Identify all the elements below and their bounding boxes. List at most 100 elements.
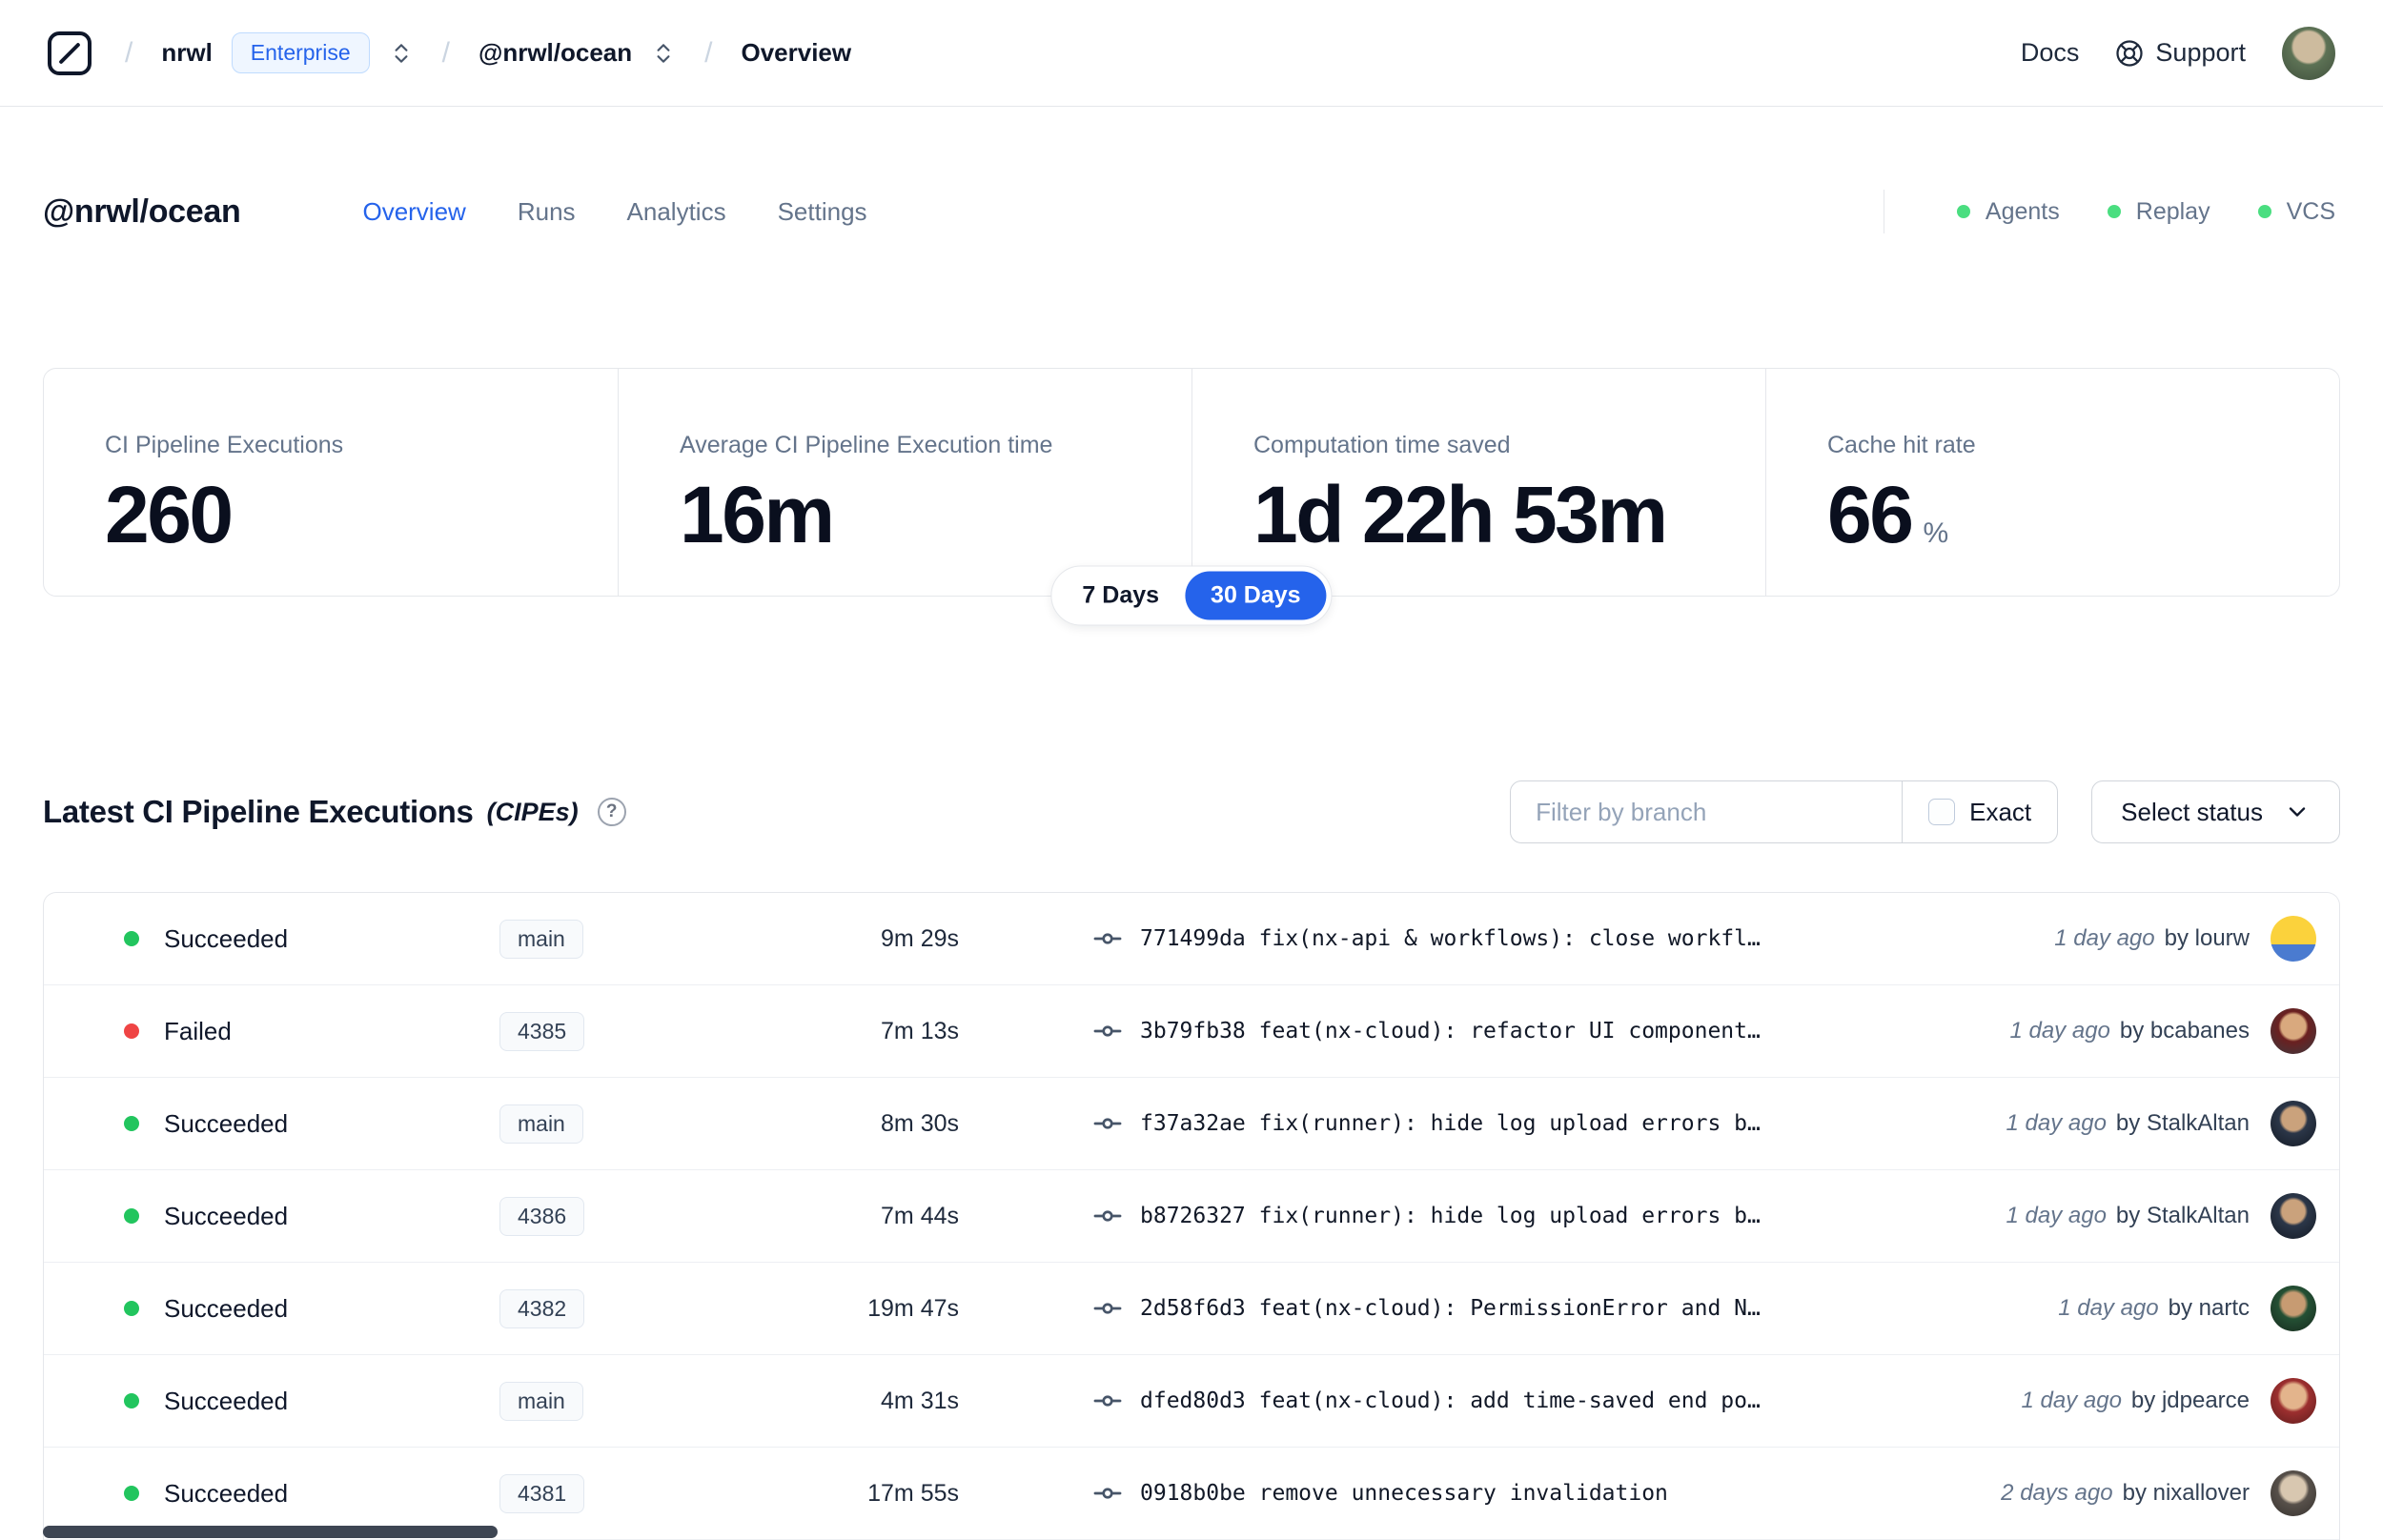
branch-badge[interactable]: 4385 [499, 1011, 585, 1051]
horizontal-scrollbar[interactable] [43, 1526, 498, 1538]
git-commit-icon [1093, 1395, 1122, 1407]
commit-message: fix(runner): hide log upload errors b… [1258, 1204, 1761, 1228]
author-avatar [2271, 1378, 2316, 1424]
commit-time: 1 day ago [2006, 1110, 2107, 1136]
cipe-row[interactable]: Succeeded 4382 19m 47s 2d58f6d3 feat(nx-… [44, 1263, 2339, 1355]
commit-message: feat(nx-cloud): add time-saved end po… [1258, 1388, 1761, 1413]
commit-meta: 1 day ago by StalkAltan [2006, 1203, 2251, 1229]
breadcrumb: / nrwl Enterprise / @nrwl/ocean / Overvi… [43, 27, 851, 80]
workspace-header: @nrwl/ocean Overview Runs Analytics Sett… [0, 189, 2383, 234]
stat-label: Computation time saved [1253, 432, 1511, 458]
branch-cell: main [499, 1381, 747, 1421]
status-dot-icon [124, 1116, 139, 1131]
commit-hash: b8726327 [1140, 1204, 1246, 1228]
status-dot-icon [2257, 205, 2271, 218]
topbar: / nrwl Enterprise / @nrwl/ocean / Overvi… [0, 0, 2383, 107]
cipe-row[interactable]: Failed 4385 7m 13s 3b79fb38 feat(nx-clou… [44, 985, 2339, 1078]
commit-link[interactable]: 3b79fb38 feat(nx-cloud): refactor UI com… [1140, 1019, 1761, 1044]
integration-agents[interactable]: Agents [1956, 197, 2060, 226]
docs-link[interactable]: Docs [2021, 38, 2080, 68]
integration-label: Agents [1985, 197, 2060, 225]
status-label: Succeeded [164, 1201, 289, 1230]
branch-badge[interactable]: 4382 [499, 1288, 585, 1328]
git-commit-icon [1093, 1303, 1122, 1314]
commit-link[interactable]: dfed80d3 feat(nx-cloud): add time-saved … [1140, 1388, 1761, 1413]
chevrons-up-down-icon[interactable] [651, 41, 676, 66]
branch-badge[interactable]: 4386 [499, 1196, 585, 1236]
cipe-row[interactable]: Succeeded main 8m 30s f37a32ae fix(runne… [44, 1078, 2339, 1170]
workspace-selector[interactable]: @nrwl/ocean [479, 38, 676, 68]
stat-label: Average CI Pipeline Execution time [680, 432, 1053, 458]
user-avatar[interactable] [2282, 26, 2335, 80]
range-7-days[interactable]: 7 Days [1056, 572, 1185, 620]
integration-vcs[interactable]: VCS [2257, 198, 2335, 226]
cipe-row[interactable]: Succeeded main 9m 29s 771499da fix(nx-ap… [44, 893, 2339, 985]
status-select-label: Select status [2121, 797, 2263, 826]
branch-badge[interactable]: 4381 [499, 1473, 585, 1513]
duration: 7m 13s [881, 1017, 959, 1044]
support-label: Support [2155, 38, 2246, 67]
stat-suffix: % [1923, 517, 1949, 549]
branch-badge[interactable]: main [499, 919, 583, 959]
tab-analytics[interactable]: Analytics [627, 197, 726, 227]
author-avatar [2271, 1101, 2316, 1146]
commit-author: by nixallover [2122, 1480, 2250, 1506]
commit-link[interactable]: 771499da fix(nx-api & workflows): close … [1140, 926, 1761, 951]
stat-label: Cache hit rate [1827, 432, 1976, 458]
commit-link[interactable]: 0918b0be remove unnecessary invalidation [1140, 1481, 1668, 1506]
stat-label: CI Pipeline Executions [105, 432, 344, 458]
git-commit-icon [1093, 1118, 1122, 1129]
duration: 4m 31s [881, 1387, 959, 1414]
commit-link[interactable]: 2d58f6d3 feat(nx-cloud): PermissionError… [1140, 1296, 1761, 1321]
tab-runs[interactable]: Runs [518, 197, 576, 227]
tab-settings[interactable]: Settings [778, 197, 867, 227]
branch-badge[interactable]: main [499, 1381, 583, 1421]
range-30-days[interactable]: 30 Days [1185, 571, 1327, 620]
commit-hash: 3b79fb38 [1140, 1019, 1246, 1044]
cipe-row[interactable]: Succeeded main 4m 31s dfed80d3 feat(nx-c… [44, 1355, 2339, 1448]
org-selector[interactable]: nrwl Enterprise [161, 32, 413, 73]
nx-cloud-logo-icon[interactable] [43, 27, 96, 80]
status-dot-icon [124, 1023, 139, 1039]
status-dot-icon [1956, 205, 1970, 218]
author-avatar [2271, 916, 2316, 962]
status-select-button[interactable]: Select status [2091, 780, 2340, 843]
stat-ci-pipeline-executions: CI Pipeline Executions 260 [44, 369, 618, 596]
help-icon[interactable]: ? [597, 798, 626, 826]
page-title: @nrwl/ocean [43, 192, 241, 230]
exact-toggle[interactable]: Exact [1902, 781, 2057, 842]
branch-filter-input[interactable] [1511, 781, 1903, 842]
status-dot-icon [124, 1301, 139, 1316]
exact-checkbox[interactable] [1928, 799, 1956, 825]
cipe-row[interactable]: Succeeded 4386 7m 44s b8726327 fix(runne… [44, 1170, 2339, 1263]
tab-overview[interactable]: Overview [362, 197, 465, 227]
commit-time: 1 day ago [2009, 1018, 2110, 1044]
status-dot-icon [124, 1486, 139, 1501]
commit-time: 1 day ago [2006, 1203, 2107, 1228]
commit-meta: 1 day ago by lourw [2054, 925, 2250, 952]
commit-hash: 771499da [1140, 926, 1246, 951]
commit-link[interactable]: f37a32ae fix(runner): hide log upload er… [1140, 1111, 1761, 1136]
breadcrumb-separator: / [441, 36, 450, 69]
commit-cell: 0918b0be remove unnecessary invalidation [1092, 1478, 1978, 1509]
status-label: Succeeded [164, 923, 289, 953]
commit-message: feat(nx-cloud): PermissionError and N… [1258, 1296, 1761, 1321]
status-dot-icon [2107, 205, 2121, 218]
stat-value: 260 [105, 470, 234, 559]
date-range-toggle: 7 Days 30 Days [1050, 565, 1333, 626]
integration-replay[interactable]: Replay [2107, 198, 2210, 226]
support-link[interactable]: Support [2115, 38, 2246, 68]
commit-meta: 1 day ago by jdpearce [2022, 1388, 2251, 1414]
commit-time: 1 day ago [2058, 1295, 2159, 1321]
org-name: nrwl [161, 38, 213, 67]
branch-cell: 4386 [499, 1196, 747, 1236]
stat-value: 1d 22h 53m [1253, 470, 1668, 559]
commit-hash: f37a32ae [1140, 1111, 1246, 1136]
commit-hash: 2d58f6d3 [1140, 1296, 1246, 1321]
branch-badge[interactable]: main [499, 1104, 583, 1144]
branch-cell: main [499, 919, 747, 959]
cipes-title-suffix: (CIPEs) [486, 797, 579, 826]
commit-link[interactable]: b8726327 fix(runner): hide log upload er… [1140, 1204, 1761, 1228]
topbar-actions: Docs Support [2021, 26, 2335, 80]
chevrons-up-down-icon[interactable] [389, 41, 414, 66]
